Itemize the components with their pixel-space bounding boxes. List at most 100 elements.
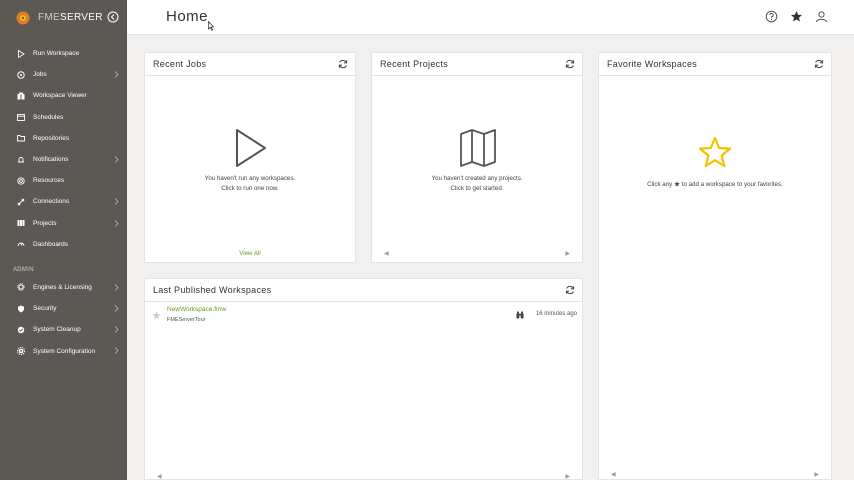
sidebar-item-resources[interactable]: Resources (0, 170, 127, 191)
favorite-workspaces-panel: Favorite Workspaces Click any to add a w… (598, 52, 832, 480)
refresh-icon[interactable] (565, 59, 575, 69)
chevron-right-icon (114, 71, 119, 78)
sidebar-item-system-configuration[interactable]: System Configuration (0, 340, 127, 361)
sidebar-item-label: Dashboards (33, 240, 69, 248)
refresh-icon[interactable] (565, 285, 575, 295)
list-item[interactable]: NewWorkspace.fmw FMEServerTour 16 minute… (145, 302, 582, 330)
panel-header: Favorite Workspaces (599, 53, 831, 76)
bell-icon (17, 156, 25, 164)
chevron-right-icon (114, 305, 119, 312)
sidebar-item-dashboards[interactable]: Dashboards (0, 234, 127, 255)
help-icon[interactable] (765, 10, 778, 23)
user-icon[interactable] (815, 10, 828, 23)
repository-name: FMEServerTour (167, 317, 206, 323)
binoculars-icon[interactable] (516, 311, 524, 319)
favorite-star-icon[interactable] (152, 311, 161, 320)
view-all-link[interactable]: View All (145, 250, 355, 257)
sidebar-item-label: Engines & Licensing (33, 283, 92, 291)
panel-title: Favorite Workspaces (607, 59, 698, 69)
viewer-icon (17, 92, 25, 100)
brand[interactable]: FMESERVER (0, 0, 127, 35)
carousel-next-button[interactable]: ▶ (565, 473, 570, 480)
sidebar-item-label: Projects (33, 219, 57, 227)
empty-message[interactable]: You haven't created any projects. Click … (372, 174, 582, 193)
published-time: 16 minutes ago (535, 311, 577, 317)
shield-icon (17, 305, 25, 313)
chevron-right-icon (114, 156, 119, 163)
chevron-right-icon (114, 198, 119, 206)
panel-header: Recent Jobs (145, 53, 355, 76)
favorites-star-icon[interactable] (790, 10, 803, 23)
sidebar-item-label: Repositories (33, 134, 70, 142)
sidebar-item-label: Jobs (33, 71, 47, 79)
mouse-cursor-icon (208, 21, 214, 31)
admin-heading: ADMIN (13, 266, 34, 273)
play-icon (17, 49, 25, 58)
last-published-panel: Last Published Workspaces NewWorkspace.f… (144, 278, 583, 480)
chevron-right-icon (114, 284, 119, 291)
refresh-icon[interactable] (814, 59, 824, 69)
folder-icon (17, 134, 25, 142)
sidebar-item-label: System Cleanup (33, 326, 81, 334)
admin-nav: Engines & Licensing Security System Clea… (0, 277, 127, 362)
engine-icon (17, 283, 25, 292)
panel-title: Last Published Workspaces (153, 285, 272, 295)
jobs-icon (17, 71, 25, 79)
sidebar-item-connections[interactable]: Connections (0, 191, 127, 212)
sidebar-item-label: Connections (33, 198, 70, 206)
resources-icon (17, 177, 25, 185)
sidebar-item-system-cleanup[interactable]: System Cleanup (0, 319, 127, 340)
carousel-next-button[interactable]: ▶ (565, 250, 570, 257)
brand-name: FMESERVER (38, 12, 103, 23)
sidebar-item-run-workspace[interactable]: Run Workspace (0, 43, 127, 64)
star-outline-icon (698, 136, 732, 168)
play-icon[interactable] (234, 128, 268, 168)
top-bar: Home (127, 0, 854, 35)
workspace-name-link[interactable]: NewWorkspace.fmw (167, 306, 226, 313)
projects-icon (17, 219, 25, 227)
carousel-prev-button[interactable]: ◀ (384, 250, 389, 257)
panel-title: Recent Jobs (153, 59, 207, 69)
dashboard-icon (17, 240, 25, 248)
gear-icon (17, 347, 25, 356)
chevron-right-icon (114, 347, 119, 355)
sidebar-item-label: Notifications (33, 156, 69, 164)
sidebar-item-security[interactable]: Security (0, 298, 127, 319)
sidebar-item-label: Schedules (33, 113, 64, 121)
sidebar-item-label: Security (33, 305, 57, 313)
sidebar-item-label: System Configuration (33, 347, 96, 355)
sidebar-item-workspace-viewer[interactable]: Workspace Viewer (0, 85, 127, 106)
main-nav: Run Workspace Jobs Workspace Viewer Sche… (0, 43, 127, 255)
sidebar-item-label: Resources (33, 177, 65, 185)
chevron-right-icon (114, 326, 119, 334)
recent-jobs-panel: Recent Jobs You haven't run any workspac… (144, 52, 356, 263)
sidebar-item-label: Workspace Viewer (33, 92, 87, 100)
sidebar-item-schedules[interactable]: Schedules (0, 107, 127, 128)
calendar-icon (17, 113, 25, 122)
page-title: Home (166, 8, 209, 25)
map-icon[interactable] (459, 129, 497, 167)
panel-header: Recent Projects (372, 53, 582, 76)
sidebar-item-label: Run Workspace (33, 50, 80, 58)
collapse-sidebar-icon[interactable] (107, 11, 119, 23)
favorites-hint: Click any to add a workspace to your fav… (647, 180, 783, 188)
fme-logo-icon (16, 11, 30, 24)
carousel-prev-button[interactable]: ◀ (611, 471, 616, 478)
sidebar: FMESERVER Run Workspace Jobs Workspace V… (0, 0, 127, 480)
star-icon (674, 180, 680, 186)
sidebar-item-jobs[interactable]: Jobs (0, 64, 127, 85)
sidebar-item-projects[interactable]: Projects (0, 213, 127, 234)
sidebar-item-notifications[interactable]: Notifications (0, 149, 127, 170)
connections-icon (17, 198, 25, 206)
recent-projects-panel: Recent Projects You haven't created any … (371, 52, 583, 263)
refresh-icon[interactable] (338, 59, 348, 69)
panel-header: Last Published Workspaces (145, 279, 582, 302)
empty-message[interactable]: You haven't run any workspaces. Click to… (145, 174, 355, 193)
carousel-prev-button[interactable]: ◀ (157, 473, 162, 480)
chevron-right-icon (114, 219, 119, 227)
panel-title: Recent Projects (380, 59, 449, 69)
sidebar-item-engines-licensing[interactable]: Engines & Licensing (0, 277, 127, 298)
carousel-next-button[interactable]: ▶ (814, 471, 819, 478)
top-actions (765, 10, 828, 23)
sidebar-item-repositories[interactable]: Repositories (0, 128, 127, 149)
